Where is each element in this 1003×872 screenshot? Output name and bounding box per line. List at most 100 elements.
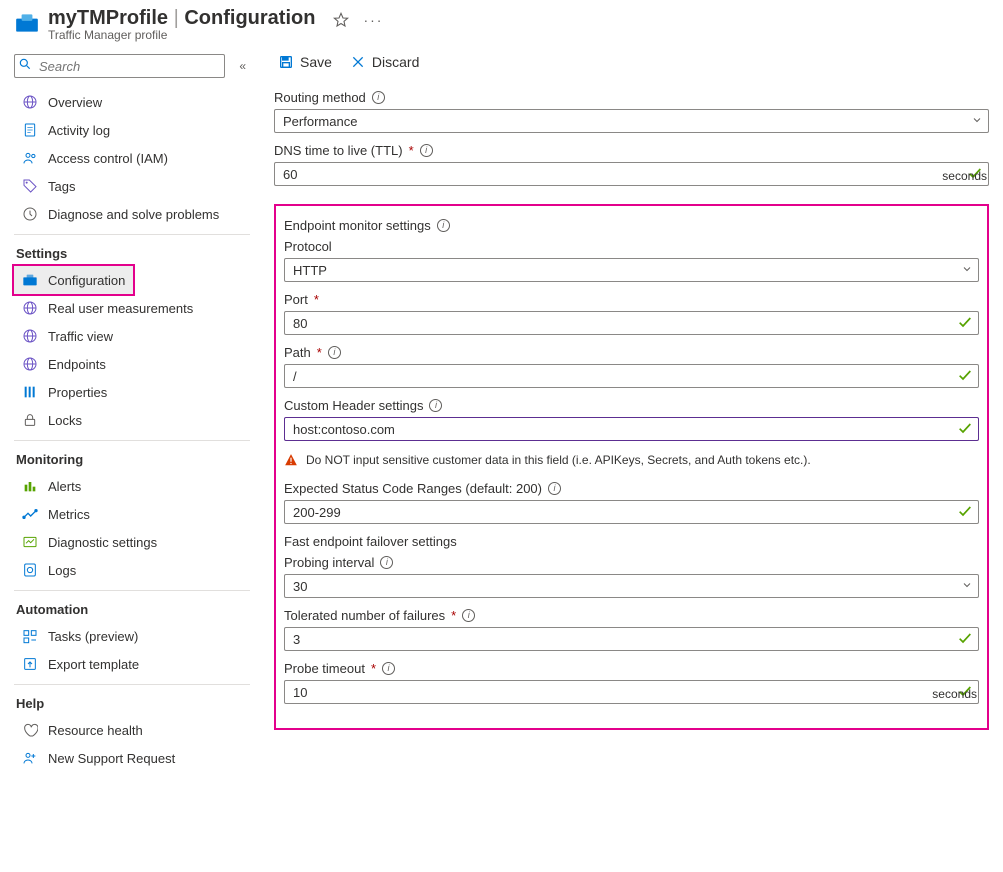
- sidebar-item-label: Diagnose and solve problems: [48, 207, 219, 222]
- info-icon[interactable]: i: [462, 609, 475, 622]
- sidebar-item-label: Traffic view: [48, 329, 113, 344]
- sidebar-item-overview[interactable]: Overview: [14, 88, 250, 116]
- resource-type-icon: [14, 10, 40, 36]
- nav-group-title: Automation: [14, 597, 250, 622]
- support-icon: [22, 750, 38, 766]
- field-port: Port *: [284, 292, 979, 335]
- sidebar-item-label: Diagnostic settings: [48, 535, 157, 550]
- discard-button-label: Discard: [372, 54, 419, 70]
- sidebar-item-tags[interactable]: Tags: [14, 172, 250, 200]
- field-status-codes: Expected Status Code Ranges (default: 20…: [284, 481, 979, 524]
- resource-name: myTMProfile: [48, 7, 168, 29]
- sidebar-item-label: Locks: [48, 413, 82, 428]
- sidebar-item-alerts[interactable]: Alerts: [14, 472, 250, 500]
- field-probing-interval: Probing interval i 30: [284, 555, 979, 598]
- custom-header-input[interactable]: [284, 417, 979, 441]
- sidebar-item-diagnose[interactable]: Diagnose and solve problems: [14, 200, 250, 228]
- info-icon[interactable]: i: [382, 662, 395, 675]
- status-codes-input[interactable]: [284, 500, 979, 524]
- globe-icon: [22, 328, 38, 344]
- sidebar-item-real-user-measurements[interactable]: Real user measurements: [14, 294, 250, 322]
- info-icon[interactable]: i: [548, 482, 561, 495]
- tolerated-failures-input[interactable]: [284, 627, 979, 651]
- probe-timeout-label: Probe timeout: [284, 661, 365, 676]
- sidebar-item-locks[interactable]: Locks: [14, 406, 250, 434]
- collapse-sidebar-icon[interactable]: «: [235, 59, 250, 73]
- protocol-value: HTTP: [293, 263, 327, 278]
- path-input[interactable]: [284, 364, 979, 388]
- nav-group-title: Monitoring: [14, 447, 250, 472]
- info-icon[interactable]: i: [429, 399, 442, 412]
- favorite-star-icon[interactable]: [333, 12, 349, 28]
- sidebar-item-label: Endpoints: [48, 357, 106, 372]
- info-icon[interactable]: i: [380, 556, 393, 569]
- sidebar-item-properties[interactable]: Properties: [14, 378, 250, 406]
- globe-icon: [22, 300, 38, 316]
- sidebar-item-label: Real user measurements: [48, 301, 193, 316]
- props-icon: [22, 384, 38, 400]
- routing-method-dropdown[interactable]: Performance: [274, 109, 989, 133]
- protocol-label: Protocol: [284, 239, 332, 254]
- search-input[interactable]: [14, 54, 225, 78]
- routing-method-label: Routing method: [274, 90, 366, 105]
- lock-icon: [22, 412, 38, 428]
- command-bar: Save Discard: [274, 44, 989, 80]
- diag-icon: [22, 534, 38, 550]
- info-icon[interactable]: i: [372, 91, 385, 104]
- sidebar-item-label: Alerts: [48, 479, 81, 494]
- sidebar-item-label: Access control (IAM): [48, 151, 168, 166]
- sidebar-item-metrics[interactable]: Metrics: [14, 500, 250, 528]
- field-tolerated-failures: Tolerated number of failures * i: [284, 608, 979, 651]
- field-protocol: Protocol HTTP: [284, 239, 979, 282]
- sidebar-item-diagnostic-settings[interactable]: Diagnostic settings: [14, 528, 250, 556]
- warning-text: Do NOT input sensitive customer data in …: [306, 453, 811, 467]
- info-icon[interactable]: i: [328, 346, 341, 359]
- dns-ttl-input[interactable]: [274, 162, 989, 186]
- discard-button[interactable]: Discard: [350, 54, 419, 70]
- alert-icon: [22, 478, 38, 494]
- status-codes-label: Expected Status Code Ranges (default: 20…: [284, 481, 542, 496]
- sidebar-item-configuration[interactable]: Configuration: [14, 266, 133, 294]
- export-icon: [22, 656, 38, 672]
- sidebar-item-label: Properties: [48, 385, 107, 400]
- sidebar-item-traffic-view[interactable]: Traffic view: [14, 322, 250, 350]
- sidebar-item-export-template[interactable]: Export template: [14, 650, 250, 678]
- probing-interval-dropdown[interactable]: 30: [284, 574, 979, 598]
- warning-icon: [284, 453, 298, 467]
- sidebar-item-logs[interactable]: Logs: [14, 556, 250, 584]
- config-icon: [22, 272, 38, 288]
- sidebar-item-label: Resource health: [48, 723, 143, 738]
- sidebar-item-activity-log[interactable]: Activity log: [14, 116, 250, 144]
- blade-header: myTMProfile | Configuration Traffic Mana…: [0, 0, 1003, 44]
- field-routing-method: Routing method i Performance: [274, 90, 989, 133]
- more-menu-icon[interactable]: ···: [363, 12, 383, 28]
- sidebar-item-label: Metrics: [48, 507, 90, 522]
- sidebar-search[interactable]: [14, 54, 225, 78]
- sidebar-item-resource-health[interactable]: Resource health: [14, 716, 250, 744]
- probe-timeout-input[interactable]: [284, 680, 979, 704]
- globe-icon: [22, 356, 38, 372]
- page-title: myTMProfile | Configuration: [48, 6, 315, 30]
- sidebar-item-access-control[interactable]: Access control (IAM): [14, 144, 250, 172]
- sidebar-item-label: Activity log: [48, 123, 110, 138]
- probing-interval-label: Probing interval: [284, 555, 374, 570]
- sidebar-item-tasks-preview[interactable]: Tasks (preview): [14, 622, 250, 650]
- save-button-label: Save: [300, 54, 332, 70]
- probe-timeout-unit: seconds: [932, 687, 977, 701]
- metrics-icon: [22, 506, 38, 522]
- sidebar-item-label: New Support Request: [48, 751, 175, 766]
- port-input[interactable]: [284, 311, 979, 335]
- sidebar-item-endpoints[interactable]: Endpoints: [14, 350, 250, 378]
- activity-icon: [22, 122, 38, 138]
- info-icon[interactable]: i: [420, 144, 433, 157]
- sidebar-item-label: Tasks (preview): [48, 629, 138, 644]
- dns-ttl-unit: seconds: [942, 169, 987, 183]
- protocol-dropdown[interactable]: HTTP: [284, 258, 979, 282]
- sidebar-item-label: Export template: [48, 657, 139, 672]
- people-icon: [22, 150, 38, 166]
- sensitive-data-warning: Do NOT input sensitive customer data in …: [284, 453, 979, 467]
- failover-section-title: Fast endpoint failover settings: [284, 534, 979, 549]
- sidebar-item-new-support-request[interactable]: New Support Request: [14, 744, 250, 772]
- save-button[interactable]: Save: [278, 54, 332, 70]
- info-icon[interactable]: i: [437, 219, 450, 232]
